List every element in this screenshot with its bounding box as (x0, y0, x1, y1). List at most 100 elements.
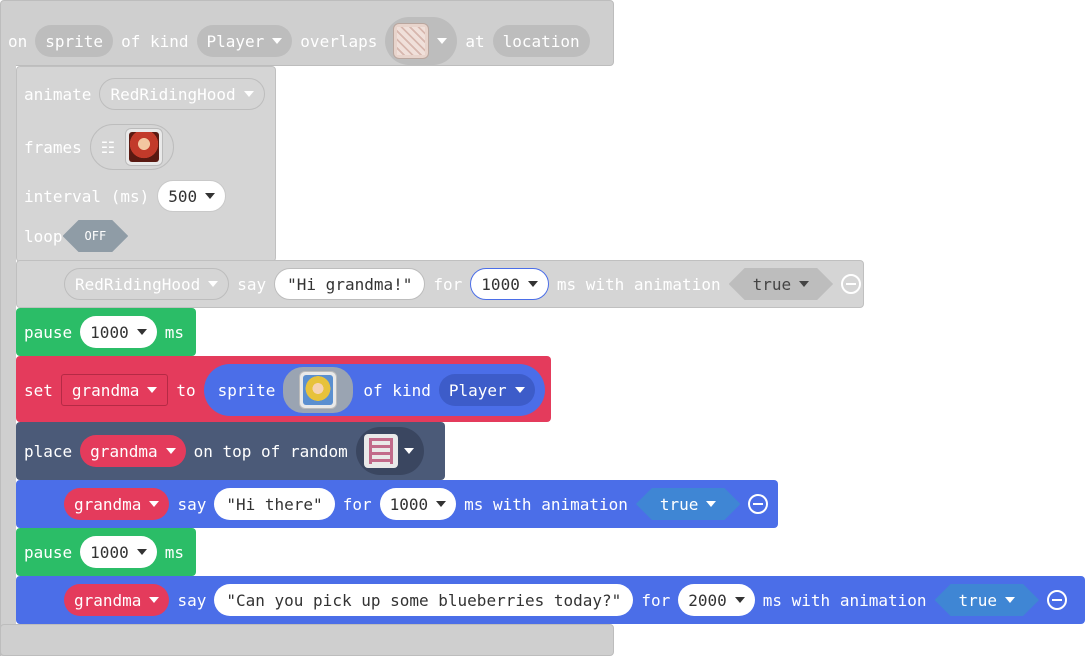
chevron-down-icon (136, 329, 147, 335)
say2-ms-value: 1000 (389, 494, 429, 514)
chevron-down-icon (734, 597, 745, 603)
remove-argument-icon[interactable] (841, 274, 862, 294)
say-row-2: grandma say " Hi there " for 1000 ms with … (64, 488, 769, 520)
kind-dropdown[interactable]: Player (196, 25, 293, 57)
tile-image (393, 23, 430, 59)
pause-row-1: pause 1000 ms (24, 316, 184, 348)
chevron-down-icon (149, 501, 160, 507)
chevron-down-icon (514, 387, 525, 393)
ladder-thumbnail (363, 434, 398, 468)
say3-ms-label: ms with animation (762, 590, 927, 610)
pause1-value: 1000 (90, 322, 129, 342)
say2-anim-dropdown[interactable]: true (636, 488, 741, 520)
say1-target-value: RedRidingHood (75, 274, 201, 294)
event-block-footer (0, 624, 614, 656)
say2-text-field[interactable]: " Hi there " (214, 488, 335, 520)
chevron-down-icon (243, 91, 254, 97)
place-on-top-label: on top of random (193, 441, 348, 461)
set-label: set (24, 380, 53, 400)
interval-row: interval (ms) 500 (24, 180, 234, 212)
say1-anim-dropdown[interactable]: true (729, 268, 834, 300)
say3-ms-value: 2000 (688, 590, 727, 610)
loop-toggle[interactable]: OFF (63, 220, 129, 252)
say2-target-dropdown[interactable]: grandma (64, 488, 170, 520)
chevron-down-icon (272, 38, 283, 44)
close-quote-icon: " (402, 274, 413, 294)
say2-ms-label: ms with animation (464, 494, 628, 514)
say1-target-dropdown[interactable]: RedRidingHood (64, 268, 230, 300)
pause2-dropdown[interactable]: 1000 (80, 536, 157, 568)
animate-target-value: RedRidingHood (110, 84, 236, 104)
sprite-label: sprite (217, 380, 276, 400)
animate-target-dropdown[interactable]: RedRidingHood (99, 78, 265, 110)
pause1-dropdown[interactable]: 1000 (80, 316, 157, 348)
open-quote-icon: " (226, 590, 236, 610)
open-quote-icon: " (287, 274, 297, 294)
red-riding-hood-icon (129, 132, 160, 162)
say3-target-dropdown[interactable]: grandma (64, 584, 170, 616)
set-var-value: grandma (71, 380, 140, 400)
say1-ms-value: 1000 (481, 274, 520, 294)
say1-ms-dropdown[interactable]: 1000 (470, 268, 549, 300)
say1-text-field[interactable]: " Hi grandma! " (274, 268, 426, 300)
event-block-rail (0, 60, 16, 656)
sprite-param[interactable]: sprite (35, 25, 114, 57)
remove-argument-icon[interactable] (748, 494, 769, 514)
chevron-down-icon (147, 387, 158, 393)
say3-ms-dropdown[interactable]: 2000 (678, 584, 755, 616)
sprite-image-picker[interactable] (283, 367, 354, 413)
say3-text: Can you pick up some blueberries today? (235, 590, 612, 610)
say3-anim-value: true (958, 590, 998, 610)
chevron-down-icon (527, 281, 538, 287)
say1-label: say (237, 274, 267, 294)
sprite-create-block[interactable]: sprite of kind Player (203, 364, 545, 416)
grandma-icon (303, 375, 334, 405)
place-label: place (24, 441, 73, 461)
say2-for-label: for (342, 494, 372, 514)
close-quote-icon: " (313, 494, 323, 514)
remove-argument-icon[interactable] (1047, 590, 1068, 610)
tile-pattern-icon (397, 27, 426, 55)
on-label: on (8, 31, 28, 51)
say1-ms-label: ms with animation (556, 274, 721, 294)
pause1-label: pause (24, 322, 73, 342)
sprite-kind-dropdown[interactable]: Player (438, 374, 535, 406)
at-label: at (465, 31, 485, 51)
tile-dropdown[interactable] (385, 17, 458, 65)
close-quote-icon: " (611, 590, 622, 610)
frames-editor[interactable]: ☷ (89, 124, 175, 170)
set-var-dropdown[interactable]: grandma (60, 374, 169, 406)
pause2-label: pause (24, 542, 73, 562)
chevron-down-icon (403, 448, 414, 454)
say1-anim-value: true (752, 274, 792, 294)
pause2-value: 1000 (90, 542, 129, 562)
say-row-3: grandma say " Can you pick up some bluebe… (64, 584, 1068, 616)
location-param[interactable]: location (492, 25, 590, 57)
say3-text-field[interactable]: " Can you pick up some blueberries today?… (214, 584, 634, 616)
say3-anim-dropdown[interactable]: true (935, 584, 1040, 616)
set-to-label: to (176, 380, 196, 400)
say2-anim-value: true (659, 494, 699, 514)
open-quote-icon: " (226, 494, 236, 514)
say1-text: Hi grandma! (296, 274, 403, 294)
interval-dropdown[interactable]: 500 (157, 180, 227, 212)
place-row: place grandma on top of random (24, 427, 432, 475)
say3-target-value: grandma (74, 590, 142, 610)
tile-picker[interactable] (355, 427, 424, 475)
loop-label: loop (24, 226, 63, 246)
sprite-kind-value: Player (448, 380, 507, 400)
event-header[interactable]: on sprite of kind Player overlaps at loc… (8, 17, 598, 65)
say3-label: say (177, 590, 207, 610)
say-row-1: RedRidingHood say " Hi grandma! " for 1000… (64, 268, 862, 300)
set-row: set grandma to sprite of kind Player (24, 364, 553, 416)
of-kind-label: of kind (121, 31, 189, 51)
say2-target-value: grandma (74, 494, 142, 514)
say2-label: say (177, 494, 207, 514)
interval-label: interval (ms) (24, 186, 150, 206)
grandma-thumbnail (299, 371, 338, 409)
animate-row: animate RedRidingHood (24, 78, 273, 110)
say2-ms-dropdown[interactable]: 1000 (379, 488, 457, 520)
place-var-dropdown[interactable]: grandma (80, 435, 186, 467)
say3-for-label: for (641, 590, 671, 610)
chevron-down-icon (165, 448, 176, 454)
